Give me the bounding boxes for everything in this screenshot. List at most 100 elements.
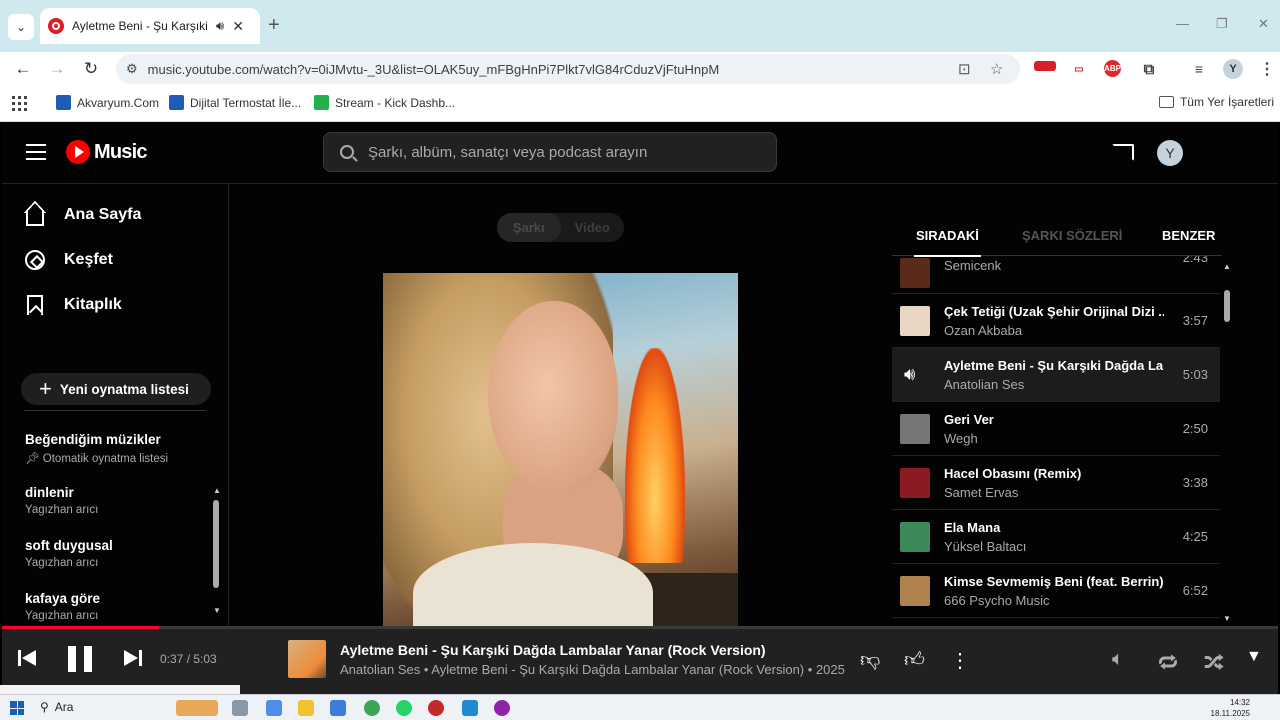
queue-scroll-up-icon[interactable]: ▲ xyxy=(1223,262,1231,271)
bookmark-star-icon[interactable]: ☆ xyxy=(990,60,1003,78)
sidebar-item-home[interactable]: Ana Sayfa xyxy=(24,201,142,226)
tab-close-icon[interactable]: ✕ xyxy=(232,18,244,35)
sidebar-item-label: Ana Sayfa xyxy=(64,206,142,223)
bookmark-kick[interactable]: Stream - Kick Dashb... xyxy=(314,95,455,110)
queue-row[interactable]: Geri Ver Wegh 2:50 xyxy=(892,402,1220,456)
minimize-icon[interactable]: — xyxy=(1176,16,1189,31)
install-app-icon[interactable]: ⊡ xyxy=(958,60,971,78)
queue-scrollbar[interactable] xyxy=(1224,290,1230,322)
time-display: 0:37 / 5:03 xyxy=(160,652,217,666)
queue-text: Kimse Sevmemiş Beni (feat. Berrin) 666 P… xyxy=(944,574,1164,608)
whatsapp-icon[interactable] xyxy=(396,700,412,716)
player-thumbnail[interactable] xyxy=(288,640,326,678)
forward-icon[interactable]: → xyxy=(46,58,68,80)
playlist-item[interactable]: kafaya göre Yagızhan arıcı xyxy=(25,591,100,622)
chrome-icon[interactable] xyxy=(364,700,380,716)
system-clock[interactable]: 14:32 18.11.2025 xyxy=(1211,697,1250,719)
folder-icon xyxy=(1158,96,1174,108)
reload-icon[interactable]: ↻ xyxy=(80,58,102,80)
browser-tab[interactable]: Ayletme Beni - Şu Karşıki D... 🔊︎ ✕ xyxy=(40,8,260,44)
task-view-icon[interactable] xyxy=(232,700,248,716)
queue-row[interactable]: Ela Mana Yüksel Baltacı 4:25 xyxy=(892,510,1220,564)
extensions-puzzle-icon[interactable]: ⧉ xyxy=(1138,59,1160,79)
repeat-icon[interactable]: 🔁︎ xyxy=(1158,648,1178,677)
tab-audio-icon[interactable]: 🔊︎ xyxy=(216,18,224,34)
player-subtitle[interactable]: Anatolian Ses • Ayletme Beni - Şu Karşık… xyxy=(340,662,845,677)
adblock-icon[interactable]: ABP xyxy=(1104,60,1121,77)
playlist-title: dinlenir xyxy=(25,485,74,500)
address-bar[interactable]: ⚙ music.youtube.com/watch?v=0iJMvtu-_3U&… xyxy=(116,54,1020,84)
shuffle-icon[interactable]: 🔀︎ xyxy=(1204,648,1224,677)
tab-related[interactable]: BENZER xyxy=(1162,228,1215,243)
toggle-video[interactable]: Video xyxy=(561,213,625,242)
ytm-header: Music Şarkı, albüm, sanatçı veya podcast… xyxy=(2,122,1278,184)
scroll-up-icon[interactable]: ▲ xyxy=(213,486,221,495)
start-icon[interactable] xyxy=(10,701,24,715)
volume-icon[interactable]: 🔈︎ xyxy=(1112,648,1124,671)
player-title[interactable]: Ayletme Beni - Şu Karşıki Dağda Lambalar… xyxy=(340,642,766,658)
file-explorer-icon[interactable] xyxy=(298,700,314,716)
tab-up-next[interactable]: SIRADAKİ xyxy=(914,228,981,257)
expand-player-icon[interactable]: ▼ xyxy=(1246,648,1262,666)
restore-icon[interactable]: ❐ xyxy=(1216,16,1228,32)
scroll-down-icon[interactable]: ▼ xyxy=(213,606,221,615)
taskbar-search-label: Ara xyxy=(54,700,74,714)
queue-text: Çek Tetiği (Uzak Şehir Orijinal Dizi ...… xyxy=(944,304,1164,338)
site-info-icon[interactable]: ⚙ xyxy=(126,61,138,77)
all-bookmarks[interactable]: Tüm Yer İşaretleri xyxy=(1158,95,1274,109)
sidebar-item-library[interactable]: Kitaplık xyxy=(24,294,122,316)
menu-icon[interactable] xyxy=(26,144,46,160)
queue-text: Ela Mana Yüksel Baltacı xyxy=(944,520,1164,554)
song-video-toggle[interactable]: Şarkı Video xyxy=(497,213,624,242)
browser-menu-icon[interactable]: ⋮ xyxy=(1256,59,1278,79)
bookmark-akvaryum[interactable]: Akvaryum.Com xyxy=(56,95,159,110)
search-input[interactable]: Şarkı, albüm, sanatçı veya podcast arayı… xyxy=(323,132,777,172)
progress-bar[interactable] xyxy=(2,626,1278,629)
back-icon[interactable]: ← xyxy=(12,58,34,80)
sidebar-scrollbar[interactable] xyxy=(213,500,219,588)
copilot-icon[interactable] xyxy=(266,700,282,716)
home-icon xyxy=(24,201,46,226)
dislike-icon[interactable]: 👎︎ xyxy=(860,648,880,672)
app-blue-icon[interactable] xyxy=(462,700,478,716)
extension-screen-icon[interactable]: ▭ xyxy=(1068,59,1090,79)
window-close-icon[interactable]: ✕ xyxy=(1258,16,1269,32)
previous-icon[interactable] xyxy=(18,650,36,666)
extension-toolbox-icon[interactable] xyxy=(1034,61,1056,71)
profile-avatar[interactable]: Y xyxy=(1222,59,1244,79)
cast-icon[interactable] xyxy=(1112,144,1134,161)
media-control-icon[interactable]: ≡ xyxy=(1188,59,1210,79)
new-playlist-button[interactable]: + Yeni oynatma listesi xyxy=(21,373,211,405)
taskbar-widget-icon[interactable] xyxy=(176,700,218,716)
queue-row[interactable]: Semicenk 2:43 xyxy=(892,256,1220,294)
new-tab-icon[interactable]: + xyxy=(268,14,280,37)
queue-row-now-playing[interactable]: 🔊︎ Ayletme Beni - Şu Karşıki Dağda La...… xyxy=(892,348,1220,402)
more-options-icon[interactable]: ⋮ xyxy=(950,648,970,673)
playlist-item[interactable]: Beğendiğim müzikler 📌︎ Otomatik oynatma … xyxy=(25,432,168,465)
queue-row[interactable]: Hacel Obasını (Remix) Samet Ervas 3:38 xyxy=(892,456,1220,510)
playlist-item[interactable]: soft duygusal Yagızhan arıcı xyxy=(25,538,113,569)
app-purple-icon[interactable] xyxy=(494,700,510,716)
toggle-song[interactable]: Şarkı xyxy=(497,213,561,242)
tab-lyrics[interactable]: ŞARKI SÖZLERİ xyxy=(1022,228,1122,243)
bookmark-termostat[interactable]: Dijital Termostat İle... xyxy=(169,95,301,110)
queue-text: Hacel Obasını (Remix) Samet Ervas xyxy=(944,466,1164,500)
ytm-logo[interactable]: Music xyxy=(66,140,147,164)
queue-row[interactable]: Çek Tetiği (Uzak Şehir Orijinal Dizi ...… xyxy=(892,294,1220,348)
next-icon[interactable] xyxy=(124,650,142,666)
sidebar-item-explore[interactable]: Keşfet xyxy=(24,249,113,271)
queue-thumbnail xyxy=(900,305,930,336)
playlist-title: Beğendiğim müzikler xyxy=(25,432,161,447)
bookmark-favicon-icon xyxy=(56,95,71,110)
app-red-icon[interactable] xyxy=(428,700,444,716)
taskbar-search[interactable]: ⚲ Ara xyxy=(40,700,73,714)
tab-search-button[interactable]: ⌄ xyxy=(8,14,34,40)
pause-icon[interactable] xyxy=(68,646,92,672)
like-icon[interactable]: 👍︎ xyxy=(904,648,925,672)
store-icon[interactable] xyxy=(330,700,346,716)
account-avatar[interactable]: Y xyxy=(1157,140,1183,166)
playlist-item[interactable]: dinlenir Yagızhan arıcı xyxy=(25,485,98,516)
apps-grid-icon[interactable] xyxy=(12,96,28,112)
queue-scroll-down-icon[interactable]: ▼ xyxy=(1223,614,1231,623)
queue-row[interactable]: Kimse Sevmemiş Beni (feat. Berrin) 666 P… xyxy=(892,564,1220,618)
